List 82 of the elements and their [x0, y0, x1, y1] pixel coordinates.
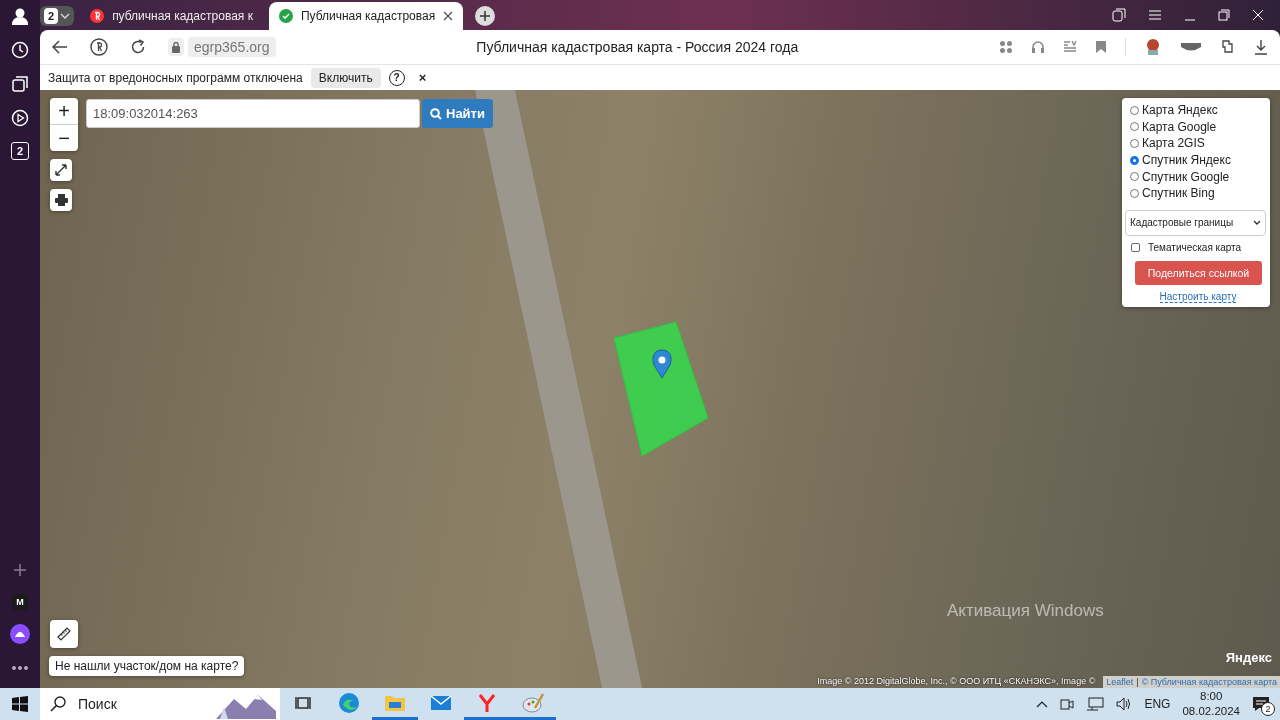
meet-icon[interactable]	[1060, 697, 1075, 711]
extension-puzzle-icon[interactable]	[1220, 39, 1236, 55]
extension-shape-icon[interactable]	[1180, 41, 1202, 53]
clock-time[interactable]: 8:00	[1200, 689, 1223, 704]
windows-logo-icon[interactable]	[12, 696, 28, 712]
print-button[interactable]	[50, 189, 72, 211]
reader-icon[interactable]	[1063, 40, 1077, 54]
yandex-circle-icon[interactable]	[90, 38, 108, 56]
map-layer-option[interactable]: Карта Яндекс	[1130, 102, 1266, 119]
search-icon	[50, 696, 66, 712]
yandex-browser-icon[interactable]	[478, 692, 496, 713]
attribution-separator: |	[1136, 677, 1139, 687]
profile-avatar[interactable]: M	[12, 594, 28, 610]
fullscreen-button[interactable]	[50, 159, 72, 181]
imagery-attribution: Image © 2012 DigitalGlobe, Inc., © ООО ИТЦ «СКАНЭКС», Image ©	[817, 676, 1097, 688]
bookmark-icon[interactable]	[1095, 40, 1107, 54]
task-view-icon[interactable]	[295, 695, 311, 710]
check-circle-icon	[278, 9, 293, 23]
activation-watermark: Активация Windows	[947, 601, 1104, 621]
profile-icon[interactable]	[11, 7, 29, 25]
find-button[interactable]: Найти	[422, 99, 493, 128]
close-icon[interactable]	[443, 11, 454, 21]
configure-map-link[interactable]: Настроить карту	[1159, 290, 1237, 303]
thematic-map-checkbox[interactable]: Тематическая карта	[1130, 239, 1266, 259]
back-arrow-icon[interactable]	[52, 40, 68, 54]
ruler-icon	[57, 627, 71, 641]
chevron-up-icon[interactable]	[1036, 700, 1049, 708]
expand-arrows-icon	[55, 164, 67, 176]
measure-button[interactable]	[50, 620, 78, 648]
zoom-in-button[interactable]: +	[50, 98, 78, 124]
restore-icon[interactable]	[1218, 9, 1230, 21]
chevron-down-icon	[1253, 220, 1261, 226]
infobar-message: Защита от вредоносных программ отключена	[48, 70, 303, 85]
envelope-icon[interactable]	[430, 694, 452, 711]
cadastral-number-field[interactable]: 18:09:032014:263	[86, 99, 420, 128]
menu-icon[interactable]	[1148, 9, 1162, 21]
more-icon[interactable]	[11, 665, 29, 671]
map-layer-option[interactable]: Спутник Bing	[1130, 184, 1266, 202]
taskbar-search-bar[interactable]: Поиск	[40, 688, 280, 720]
extension-mascot-icon[interactable]	[1144, 38, 1162, 56]
taskbar-search-field[interactable]: Поиск	[76, 695, 200, 713]
map-layer-option[interactable]: Спутник Google	[1130, 168, 1266, 185]
headphones-icon[interactable]	[1031, 40, 1045, 54]
overlay-dropdown[interactable]: Кадастровые границы	[1125, 209, 1266, 236]
not-found-button[interactable]: Не нашли участок/дом на карте?	[49, 656, 245, 676]
search-icon	[430, 107, 442, 120]
download-icon[interactable]	[1254, 39, 1268, 55]
map-layer-option[interactable]: Спутник Яндекс	[1130, 151, 1266, 169]
tab-counter[interactable]: 2	[40, 6, 75, 26]
chevron-down-icon	[60, 13, 71, 19]
apps-icon[interactable]	[999, 40, 1013, 54]
share-link-button[interactable]: Поделиться ссылкой	[1135, 260, 1262, 285]
browser-tab[interactable]: публичная кадастровая к	[80, 2, 263, 30]
close-button[interactable]: ×	[418, 70, 427, 85]
play-icon[interactable]	[11, 109, 29, 127]
attribution-link[interactable]: Leaflet	[1106, 677, 1134, 687]
clock-date[interactable]: 08.02.2024	[1182, 704, 1240, 719]
volume-icon[interactable]	[1116, 697, 1133, 711]
network-icon[interactable]	[1086, 697, 1105, 711]
yandex-logo-icon	[90, 9, 105, 23]
reload-icon[interactable]	[130, 39, 146, 55]
edge-browser-icon[interactable]	[338, 691, 360, 714]
enable-button[interactable]: Включить	[310, 67, 381, 88]
attribution-link[interactable]: © Публичная кадастровая карта	[1141, 677, 1277, 687]
notification-count: 2	[1261, 702, 1275, 716]
map-logo: Яндекс	[1225, 650, 1272, 665]
lock-icon	[171, 41, 181, 53]
satellite-map-photo[interactable]	[40, 90, 1280, 688]
language-indicator[interactable]: ENG	[1144, 697, 1171, 711]
tabs-icon[interactable]	[1112, 8, 1126, 22]
cards-icon[interactable]	[11, 75, 29, 93]
page-title: Публичная кадастровая карта - Россия 2024 года	[475, 39, 800, 55]
zoom-out-button[interactable]: −	[50, 124, 78, 151]
map-layer-option[interactable]: Карта Google	[1130, 118, 1266, 136]
clock-icon[interactable]	[11, 41, 29, 59]
plus-icon[interactable]	[480, 11, 491, 21]
workspace-badge[interactable]: 2	[11, 142, 29, 160]
map-layer-option[interactable]: Карта 2GIS	[1130, 135, 1266, 152]
address-field[interactable]: egrp365.org	[188, 37, 276, 57]
browser-tab[interactable]: Публичная кадастровая	[268, 2, 464, 30]
folder-icon[interactable]	[384, 693, 406, 712]
assistant-icon[interactable]	[10, 624, 30, 644]
